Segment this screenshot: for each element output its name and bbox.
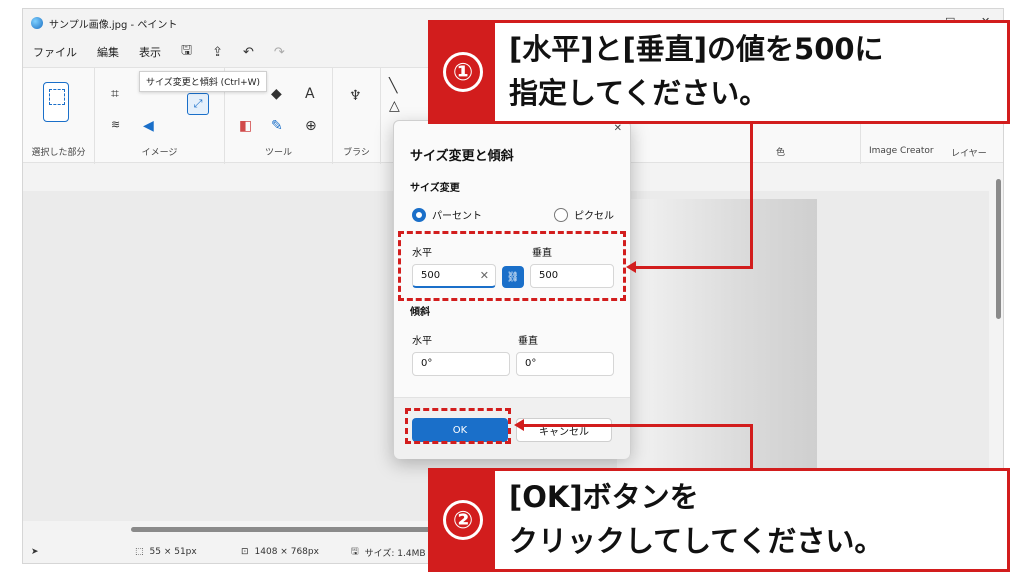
callout-one-line2: 指定してください。 [509,76,769,110]
redo-icon[interactable]: ↷ [274,45,285,60]
pixel-radio[interactable] [554,207,568,222]
highlight-ok-button [405,408,511,444]
pixel-radio-label[interactable]: ピクセル [574,207,614,222]
highlight-resize-fields [398,231,626,301]
dialog-title: サイズ変更と傾斜 [410,149,514,164]
connector-two-horizontal [522,424,753,427]
skew-horizontal-value: 0° [421,358,433,369]
rotate-icon[interactable]: ◀ [143,118,154,134]
file-size-text: サイズ: 1.4MB [364,548,426,559]
percent-radio-label[interactable]: パーセント [432,207,482,222]
paint-app-icon [31,17,43,29]
dialog-close-icon[interactable]: ✕ [614,123,622,134]
menu-edit[interactable]: 編集 [97,44,119,60]
image-effect-icon[interactable]: ≋ [111,118,120,131]
menu-view[interactable]: 表示 [139,44,161,60]
connector-one-vertical [750,124,753,269]
cancel-button[interactable]: キャンセル [516,418,612,442]
selection-tool-icon[interactable] [43,82,69,122]
connector-one-horizontal [634,266,753,269]
skew-vertical-value: 0° [525,358,537,369]
callout-one-line1: [水平]と[垂直]の値を500に [509,32,884,66]
callout-one: ① [水平]と[垂直]の値を500に 指定してください。 [428,20,1010,124]
save-icon[interactable]: 🖫 [181,41,192,63]
group-label-selection: 選択した部分 [31,148,86,158]
shape-triangle-icon[interactable]: △ [389,98,400,114]
skew-vertical-input[interactable]: 0° [516,352,614,376]
group-label-brushes: ブラシ [343,148,370,158]
share-icon[interactable]: ⇪ [212,45,223,60]
fill-icon[interactable]: ◆ [271,86,282,102]
connector-two-arrow-icon [514,419,524,431]
group-selection: 選択した部分 [23,68,95,164]
text-icon[interactable]: A [305,86,315,102]
callout-two: ② [OK]ボタンを クリックしてしてください。 [428,468,1010,572]
window-title: サンプル画像.jpg - ペイント [49,19,178,31]
callout-two-number: ② [431,471,495,569]
resize-skew-icon[interactable]: ⤢ [187,93,209,115]
callout-two-line2: クリックしてしてください。 [509,524,884,558]
image-size-status: ⊡ 1408 × 768px [241,547,319,557]
group-label-tools: ツール [264,148,292,158]
resize-heading: サイズ変更 [410,183,460,194]
resize-mode-group: パーセント ピクセル [412,207,614,222]
pointer-icon: ➤ [31,547,39,557]
selection-size-text: 55 × 51px [149,547,197,557]
file-size-status: 🖫 サイズ: 1.4MB [351,544,426,560]
disk-icon: 🖫 [351,547,359,557]
skew-vertical-label: 垂直 [518,336,538,347]
vertical-scrollbar[interactable] [996,179,1001,319]
image-size-text: 1408 × 768px [254,547,319,557]
selection-size-icon: ⬚ [135,547,144,557]
callout-one-number: ① [431,23,495,121]
brush-icon[interactable]: ♆ [349,88,362,104]
connector-one-arrow-icon [626,261,636,273]
connector-two-vertical [750,424,753,468]
group-brushes: ♆ ブラシ [333,68,381,164]
selection-size-status: ⬚ 55 × 51px [135,547,197,557]
menu-file[interactable]: ファイル [33,44,77,60]
shape-line-icon[interactable]: ╲ [389,78,397,94]
percent-radio[interactable] [412,207,426,222]
resize-tooltip: サイズ変更と傾斜 (Ctrl+W) [139,71,268,92]
skew-horizontal-input[interactable]: 0° [412,352,510,376]
color-picker-icon[interactable]: ✎ [271,118,283,134]
undo-icon[interactable]: ↶ [243,45,254,60]
image-size-icon: ⊡ [241,547,249,557]
skew-heading: 傾斜 [410,307,430,318]
skew-horizontal-label: 水平 [412,336,432,347]
group-label-image: イメージ [141,148,178,158]
eraser-icon[interactable]: ◧ [239,118,252,134]
layers-label[interactable]: レイヤー [951,146,987,159]
crop-icon[interactable]: ⌗ [111,86,119,102]
callout-two-line1: [OK]ボタンを [509,480,699,514]
menu-bar: ファイル 編集 表示 🖫 ⇪ ↶ ↷ [23,39,285,65]
image-creator-label[interactable]: Image Creator [869,146,934,156]
magnifier-icon[interactable]: ⊕ [305,118,317,134]
